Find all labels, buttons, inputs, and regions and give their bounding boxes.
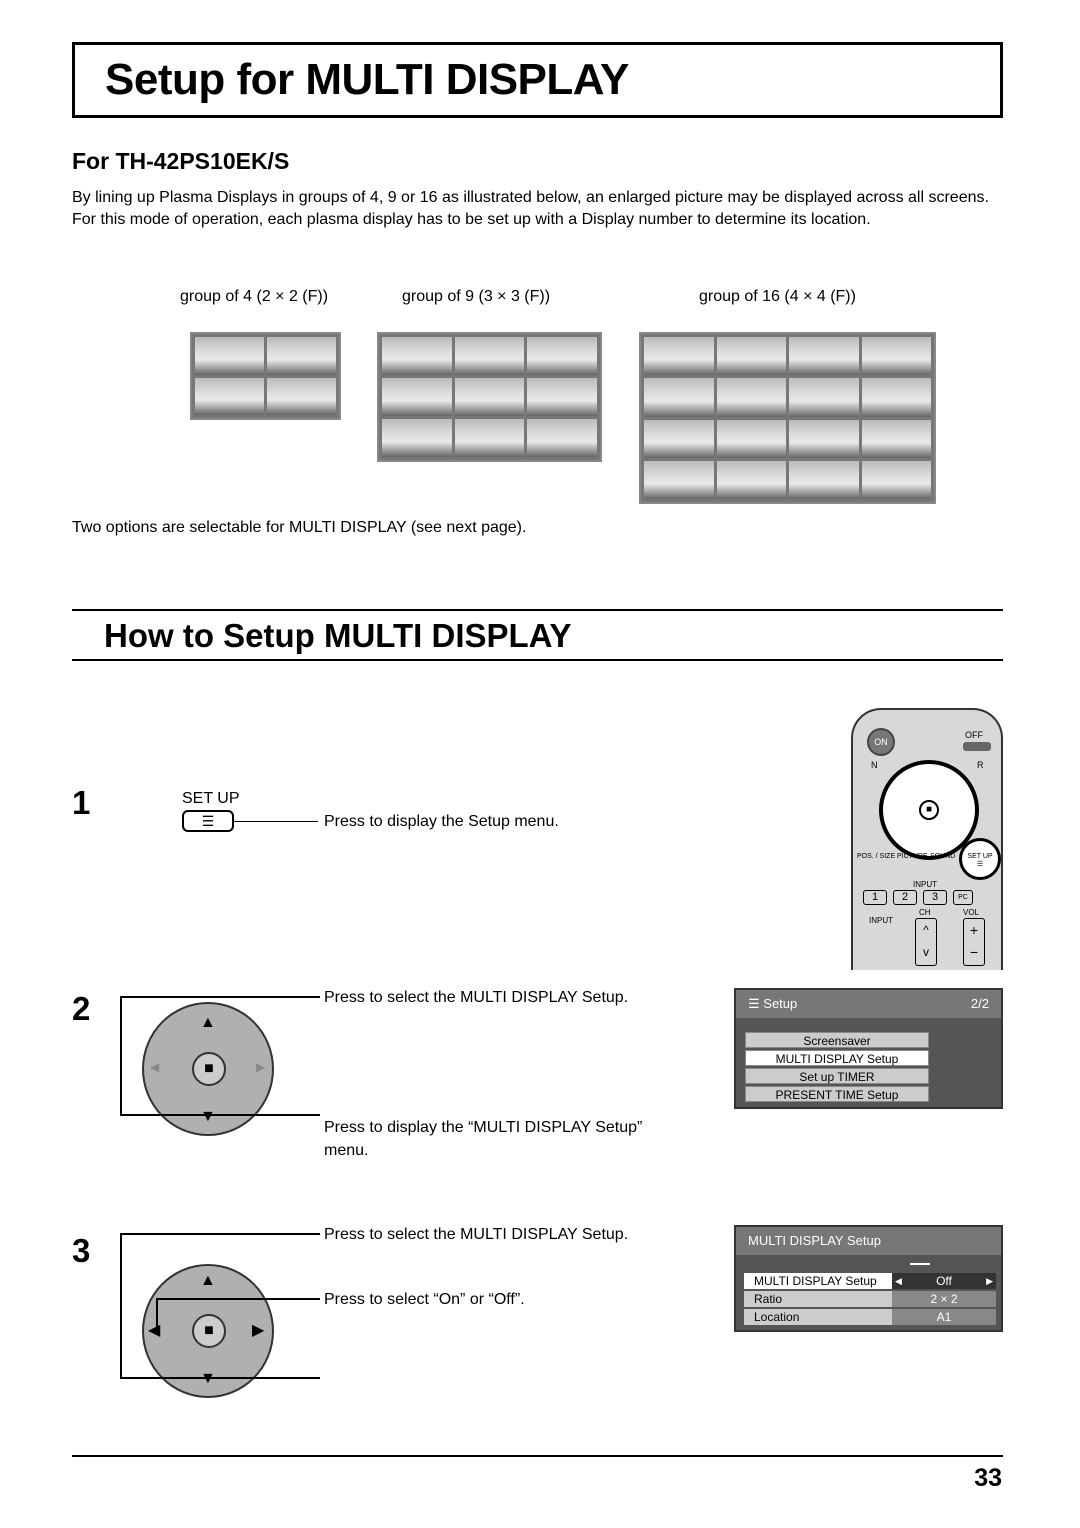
step-number: 3 [72,1232,91,1269]
row-value: 2 × 2 [892,1291,996,1307]
setup-menu-osd: ☰ Setup 2/2 Screensaver MULTI DISPLAY Set… [734,988,1003,1109]
action-button: ■ [919,800,939,820]
left-arrow-icon: ◀ [150,1060,160,1074]
step-number: 2 [72,990,91,1027]
picture-label: PICTURE [897,853,928,860]
setup-button-label: SET UP [182,790,240,807]
right-arrow-icon: ▶ [256,1060,266,1074]
step-1-text: Press to display the Setup menu. [324,813,559,830]
left-arrow-icon: ◀ [895,1276,902,1286]
row-label: Location [754,1310,800,1324]
intro-paragraph: For this mode of operation, each plasma … [72,211,871,228]
ch-label: CH [919,908,931,917]
cursor-pad: ■ ▲ ▼ ◀ ▶ [142,1264,274,1398]
vol-label: VOL [963,908,980,917]
setup-highlight: SET UP ☰ [959,838,1001,880]
vol-rocker: + − [963,918,985,966]
step-3-text-b: Press to select “On” or “Off”. [324,1291,525,1308]
options-caption: Two options are selectable for MULTI DIS… [72,519,527,536]
input-1-button: 1 [863,890,887,905]
setup-menu-title: Setup [763,996,798,1011]
step-2-text-a: Press to select the MULTI DISPLAY Setup. [324,989,629,1006]
input-2-button: 2 [893,890,917,905]
menu-item-screensaver[interactable]: Screensaver [745,1032,929,1048]
row-location[interactable]: Location A1 [744,1309,996,1325]
footer-divider [72,1455,1003,1457]
group-16-label: group of 16 (4 × 4 (F)) [699,288,856,305]
left-arrow-icon: ◀ [148,1322,161,1339]
row-multi-display-setup[interactable]: MULTI DISPLAY Setup ◀ Off ▶ [744,1273,996,1289]
page-indicator [910,1263,930,1265]
group-4-label: group of 4 (2 × 2 (F)) [180,288,329,305]
group-9-label: group of 9 (3 × 3 (F)) [402,288,551,305]
r-label: R [977,760,984,770]
value-text: Off [936,1274,952,1288]
pc-button: PC [953,890,973,905]
pos-size-label: POS. / SIZE [857,853,896,860]
row-label: MULTI DISPLAY Setup [754,1274,877,1288]
cursor-pad: ■ ▲ ▼ ◀ ▶ [142,1002,274,1136]
intro-text: By lining up Plasma Displays in groups o… [72,187,1012,231]
divider [72,609,1003,611]
step-3-text-a: Press to select the MULTI DISPLAY Setup. [324,1226,629,1243]
sound-label: SOUND [930,853,956,860]
row-label: Ratio [754,1292,783,1306]
divider [72,659,1003,661]
off-button [963,742,991,751]
menu-item-set-up-timer[interactable]: Set up TIMER [745,1068,929,1084]
row-ratio[interactable]: Ratio 2 × 2 [744,1291,996,1307]
menu-item-multi-display-setup[interactable]: MULTI DISPLAY Setup [745,1050,929,1066]
down-arrow-icon: ▼ [200,1370,216,1387]
right-arrow-icon: ▶ [986,1276,993,1286]
input-group-label: INPUT [913,880,937,889]
up-arrow-icon: ▲ [200,1272,216,1289]
multi-display-menu-osd: MULTI DISPLAY Setup MULTI DISPLAY Setup ◀… [734,1225,1003,1332]
row-value[interactable]: ◀ Off ▶ [892,1273,996,1289]
input-buttons: 1 2 3 PC [863,890,973,905]
n-label: N [871,760,878,770]
setup-menu-header: ☰ Setup 2/2 [736,990,1001,1018]
setup-label: SET UP [967,853,993,860]
multi-menu-header: MULTI DISPLAY Setup [736,1227,1001,1255]
intro-paragraph: By lining up Plasma Displays in groups o… [72,189,989,206]
ch-rocker: ^ v [915,918,937,966]
setup-menu-page: 2/2 [970,996,989,1011]
menu-item-present-time-setup[interactable]: PRESENT TIME Setup [745,1086,929,1102]
row-value: A1 [892,1309,996,1325]
input-label: INPUT [869,916,893,925]
model-subtitle: For TH-42PS10EK/S [72,148,290,174]
input-3-button: 3 [923,890,947,905]
action-button: ■ [192,1052,226,1086]
page-title: Setup for MULTI DISPLAY [105,55,629,104]
group-4-image [190,332,341,420]
step-2-text-b: Press to display the “MULTI DISPLAY Setu… [324,1119,643,1159]
setup-button-icon: ☰ [182,810,234,832]
step-number: 1 [72,784,91,821]
group-16-image [639,332,936,504]
title-box: Setup for MULTI DISPLAY [72,42,1003,118]
action-button: ■ [192,1314,226,1348]
down-arrow-icon: ▼ [200,1108,216,1125]
section-title: How to Setup MULTI DISPLAY [104,617,572,654]
page-number: 33 [974,1464,1002,1492]
up-arrow-icon: ▲ [200,1014,216,1031]
off-label: OFF [965,730,983,740]
right-arrow-icon: ▶ [252,1322,265,1339]
group-9-image [377,332,602,462]
leader-line [234,821,318,822]
remote-control: ON OFF N R ■ POS. / SIZE PICTURE SOUND S… [851,708,1003,970]
on-button: ON [867,728,895,756]
